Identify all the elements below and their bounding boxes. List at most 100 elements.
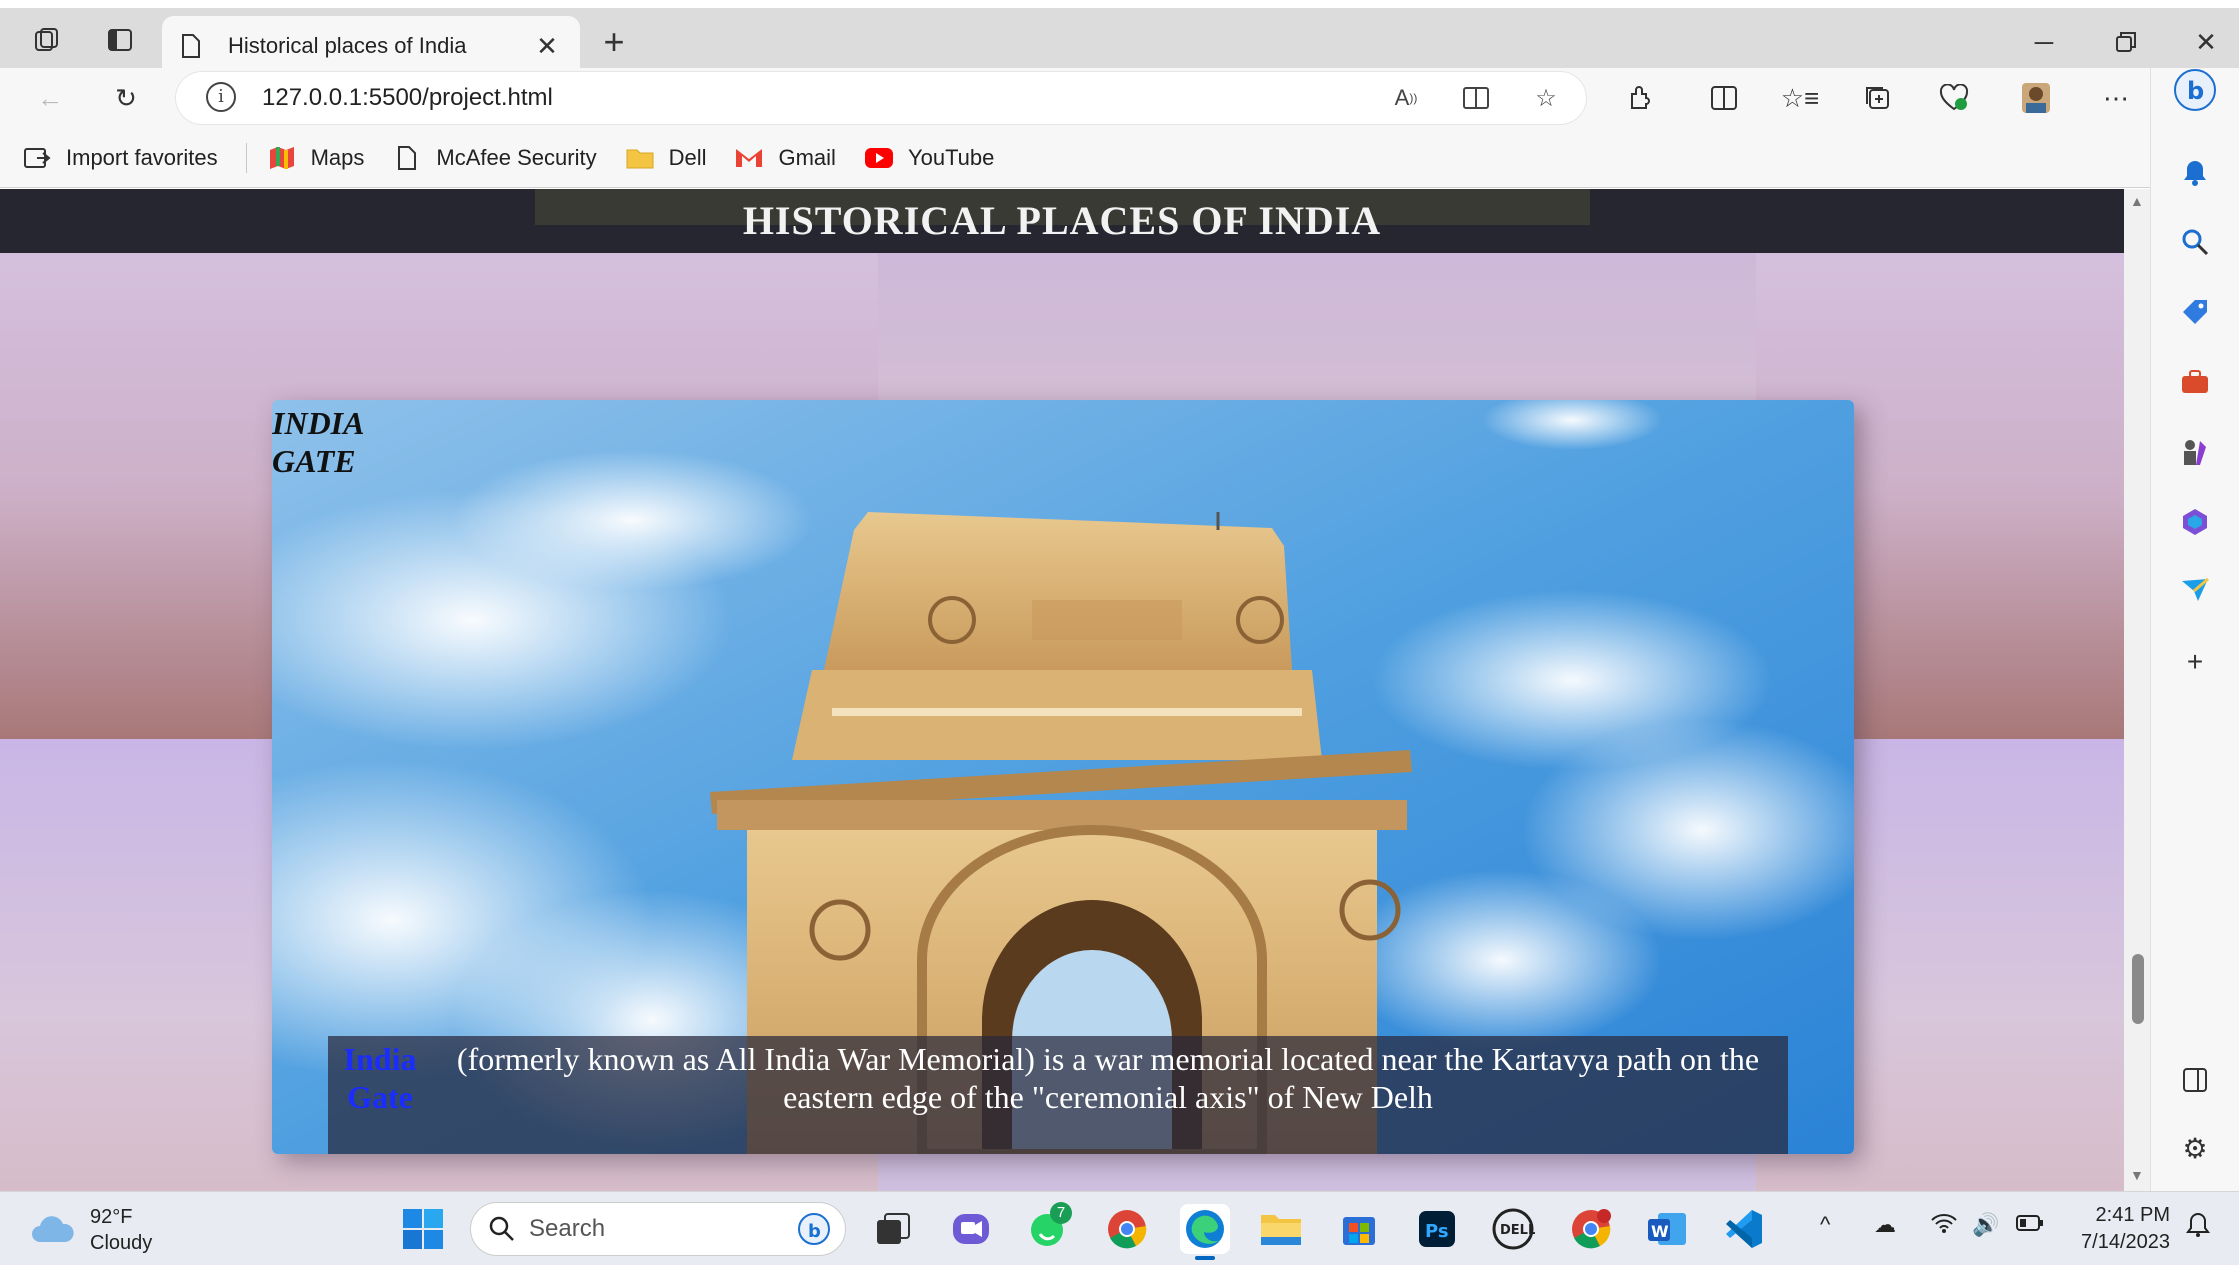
maps-icon: [267, 143, 297, 173]
tools-icon[interactable]: [2173, 360, 2217, 404]
svg-text:W: W: [1651, 1222, 1669, 1241]
scrollbar-thumb[interactable]: [2132, 954, 2144, 1024]
caption-text: (formerly known as All India War Memoria…: [456, 1041, 1760, 1115]
microsoft-store-icon[interactable]: [1334, 1204, 1384, 1254]
back-icon[interactable]: ←: [28, 78, 72, 118]
favorite-star-icon[interactable]: ☆: [1526, 80, 1566, 116]
extensions-icon[interactable]: [1618, 78, 1662, 118]
scroll-down-icon[interactable]: ▼: [2130, 1167, 2144, 1183]
folder-icon: [625, 143, 655, 173]
bookmark-youtube[interactable]: YouTube: [864, 143, 994, 173]
new-tab-button[interactable]: +: [594, 22, 634, 62]
word-icon[interactable]: W: [1642, 1204, 1692, 1254]
onedrive-icon[interactable]: ☁: [1874, 1212, 1896, 1238]
bookmark-label: Dell: [668, 144, 707, 170]
clock-time: 2:41 PM: [2095, 1204, 2170, 1226]
vscode-icon[interactable]: [1718, 1204, 1768, 1254]
photoshop-icon[interactable]: Ps: [1412, 1204, 1462, 1254]
favorites-bar: Import favorites Maps McAfee Security De…: [0, 128, 2150, 188]
refresh-icon[interactable]: ↻: [104, 78, 148, 118]
minimize-icon[interactable]: ─: [2014, 22, 2074, 62]
hide-sidebar-icon[interactable]: [2173, 1058, 2217, 1102]
start-button[interactable]: [398, 1204, 448, 1254]
edge-sidebar: b + ⚙: [2150, 68, 2239, 1191]
address-text[interactable]: 127.0.0.1:5500/project.html: [262, 84, 553, 112]
chrome-icon[interactable]: [1102, 1204, 1152, 1254]
task-view-icon[interactable]: [868, 1204, 918, 1254]
show-hidden-icons-icon[interactable]: ^: [1820, 1212, 1830, 1238]
restore-icon[interactable]: [2096, 22, 2156, 62]
browser-essentials-icon[interactable]: [1932, 78, 1976, 118]
search-icon: [489, 1216, 514, 1241]
description-caption: India Gate (formerly known as All India …: [328, 1036, 1788, 1154]
page-scrollbar[interactable]: ▲ ▼: [2124, 189, 2150, 1191]
bookmark-gmail[interactable]: Gmail: [734, 143, 836, 173]
bookmark-import-favorites[interactable]: Import favorites: [22, 143, 218, 173]
page-header: HISTORICAL PLACES OF INDIA: [0, 189, 2124, 253]
dell-icon[interactable]: DELL: [1488, 1204, 1538, 1254]
bing-icon: b: [798, 1213, 830, 1245]
bookmark-maps[interactable]: Maps: [267, 143, 365, 173]
clock-date: 7/14/2023: [2081, 1231, 2170, 1253]
file-explorer-icon[interactable]: [1256, 1204, 1306, 1254]
cloud-icon: [32, 1216, 74, 1242]
shopping-tag-icon[interactable]: [2173, 290, 2217, 334]
microsoft-365-icon[interactable]: [2173, 500, 2217, 544]
split-screen-icon[interactable]: [1702, 78, 1746, 118]
profile-avatar[interactable]: [2014, 78, 2058, 118]
weather-condition: Cloudy: [90, 1232, 153, 1254]
tab-title: Historical places of India: [228, 33, 467, 58]
games-icon[interactable]: [2173, 430, 2217, 474]
gmail-icon: [734, 143, 764, 173]
immersive-reader-icon[interactable]: [1456, 80, 1496, 116]
page-title: HISTORICAL PLACES OF INDIA: [742, 198, 1382, 243]
windows-taskbar: 92°F Cloudy Search b 7 Ps DELL W ^ ☁ 🔊 2…: [0, 1191, 2239, 1265]
caption-title: India Gate: [343, 1041, 417, 1115]
svg-text:Ps: Ps: [1425, 1221, 1449, 1242]
browser-window: Historical places of India ✕ + ─ ✕ ← ↻ i…: [0, 0, 2239, 1265]
workspaces-icon[interactable]: [24, 18, 68, 62]
bookmark-label: YouTube: [907, 144, 995, 170]
bookmark-label: Maps: [310, 144, 365, 170]
site-info-icon[interactable]: i: [206, 82, 236, 112]
page-icon: [392, 143, 422, 173]
copilot-icon[interactable]: b: [2173, 68, 2217, 112]
search-icon[interactable]: [2173, 220, 2217, 264]
bookmark-mcafee[interactable]: McAfee Security: [392, 143, 597, 173]
bookmark-dell[interactable]: Dell: [625, 143, 707, 173]
outlook-send-icon[interactable]: [2173, 568, 2217, 612]
bookmark-label: McAfee Security: [436, 144, 597, 170]
close-tab-icon[interactable]: ✕: [532, 31, 562, 62]
page-viewport: HISTORICAL PLACES OF INDIA INDIA GATE In…: [0, 189, 2124, 1191]
read-aloud-icon[interactable]: A)): [1386, 80, 1426, 116]
tab-actions-icon[interactable]: [98, 18, 142, 62]
settings-gear-icon[interactable]: ⚙: [2173, 1126, 2217, 1170]
edge-icon[interactable]: [1180, 1204, 1230, 1260]
page-icon: [182, 34, 200, 58]
svg-text:b: b: [2187, 77, 2204, 105]
teams-chat-icon[interactable]: [946, 1204, 996, 1254]
tab-active[interactable]: Historical places of India ✕: [162, 16, 580, 76]
collections-icon[interactable]: [1856, 78, 1900, 118]
address-bar[interactable]: i 127.0.0.1:5500/project.html A)) ☆: [176, 72, 1586, 124]
whatsapp-badge: 7: [1050, 1202, 1072, 1224]
notifications-icon[interactable]: [2173, 150, 2217, 194]
wifi-icon[interactable]: [1930, 1212, 1958, 1240]
weather-temperature: 92°F: [90, 1206, 133, 1228]
youtube-icon: [864, 143, 894, 173]
favorites-icon[interactable]: ☆≡: [1778, 78, 1822, 118]
add-sidebar-icon[interactable]: +: [2173, 640, 2217, 684]
taskbar-search[interactable]: Search b: [470, 1202, 846, 1256]
notification-center-icon[interactable]: [2186, 1212, 2210, 1244]
search-placeholder: Search: [529, 1215, 606, 1242]
scroll-up-icon[interactable]: ▲: [2130, 193, 2144, 209]
whatsapp-icon[interactable]: 7: [1024, 1202, 1074, 1254]
chrome-profile-icon[interactable]: [1566, 1204, 1616, 1254]
taskbar-clock[interactable]: 2:41 PM 7/14/2023: [2060, 1202, 2170, 1256]
battery-icon[interactable]: [2016, 1212, 2044, 1238]
close-window-icon[interactable]: ✕: [2176, 22, 2236, 62]
import-icon: [22, 143, 52, 173]
weather-widget[interactable]: 92°F Cloudy: [30, 1204, 152, 1256]
volume-icon[interactable]: 🔊: [1972, 1212, 1999, 1238]
more-options-icon[interactable]: ⋯: [2094, 78, 2138, 118]
